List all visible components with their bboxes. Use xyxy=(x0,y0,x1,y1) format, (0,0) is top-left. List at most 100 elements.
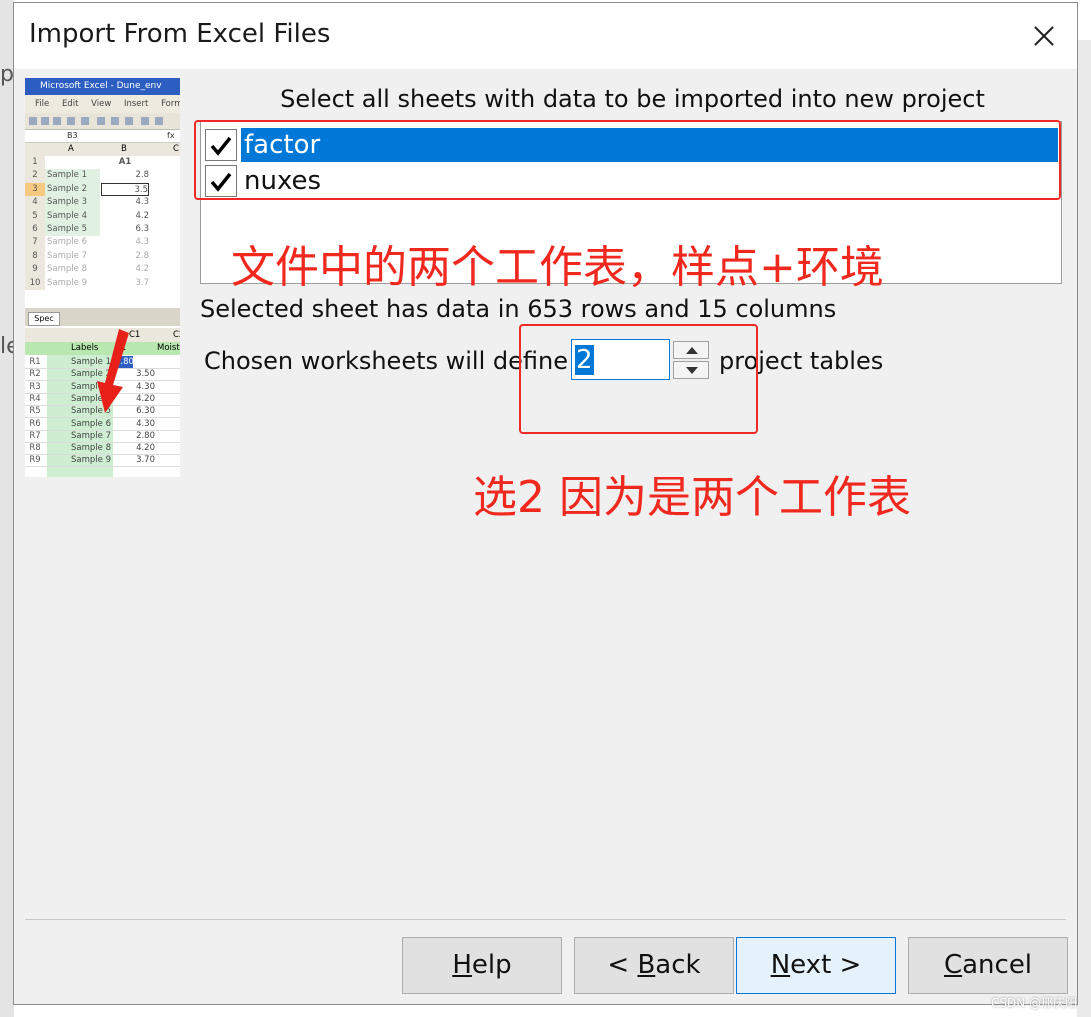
back-button[interactable]: < Back xyxy=(574,937,734,994)
thumb-cell: 4.20 xyxy=(136,443,155,454)
thumb-cell: 2.80 xyxy=(136,430,155,441)
thumb-cell: Sample 2 xyxy=(47,183,87,194)
thumb-lower-row: R6 Sample 6 4.30 xyxy=(25,418,180,430)
thumb-row: 4 Sample 3 4.3 xyxy=(25,196,180,210)
help-button[interactable]: Help xyxy=(402,937,562,994)
thumb-cell: Sample 6 xyxy=(71,418,111,429)
thumb-row-number: R8 xyxy=(29,443,41,454)
thumb-cell: 3.7 xyxy=(135,277,149,288)
thumb-cell: Sample 1 xyxy=(47,170,87,181)
thumb-cell: 4.2 xyxy=(135,264,149,275)
annotation-sheets-note: 文件中的两个工作表，样点+环境 xyxy=(231,242,884,293)
next-button[interactable]: Next > xyxy=(736,937,896,994)
thumb-lower-col: C2 xyxy=(173,330,180,340)
thumb-cell: Sample 9 xyxy=(71,455,111,466)
thumb-gridline xyxy=(25,466,180,468)
thumb-cell: 4.3 xyxy=(135,237,149,248)
thumb-cell: 3.5 xyxy=(101,182,149,196)
background-app-edge-right xyxy=(1077,40,1091,1017)
thumb-col-header: B xyxy=(121,144,127,154)
annotation-box-count xyxy=(519,324,758,434)
sheet-info-text: Selected sheet has data in 653 rows and … xyxy=(200,295,837,323)
thumb-row-number: R1 xyxy=(29,357,41,367)
thumb-cell: Sample 7 xyxy=(71,430,111,441)
thumb-row-number: 7 xyxy=(25,236,45,250)
thumb-row-number: 9 xyxy=(25,263,45,277)
thumb-cell: 4.2 xyxy=(135,210,149,221)
thumb-cell: 4.3 xyxy=(135,197,149,208)
thumb-cell: 6.3 xyxy=(135,224,149,234)
thumb-cell: Sample 8 xyxy=(47,264,87,275)
thumb-menu-item: File xyxy=(35,99,50,109)
thumb-cell: Sample 8 xyxy=(71,443,111,454)
btn-accel: H xyxy=(452,950,472,980)
thumb-row-number: R5 xyxy=(29,406,41,417)
thumb-row-number: R9 xyxy=(29,455,41,466)
thumb-cell: Sample 6 xyxy=(47,237,87,248)
thumb-col-headers: A B C xyxy=(25,143,180,157)
excel-preview-image: Microsoft Excel - Dune_env File Edit Vie… xyxy=(25,78,180,477)
watermark: CSDN @邢庆阳 xyxy=(990,996,1077,1010)
thumb-cell: Sample 3 xyxy=(47,197,87,208)
btn-accel: N xyxy=(770,950,791,980)
thumb-row-number: 2 xyxy=(25,169,45,183)
thumb-lower-row: R7 Sample 7 2.80 xyxy=(25,430,180,442)
thumb-row-number: R3 xyxy=(29,381,41,392)
thumb-menu-item: View xyxy=(91,99,112,109)
btn-text: < xyxy=(607,950,638,980)
thumb-menu-item: Edit xyxy=(61,99,79,109)
thumb-row: 5 Sample 4 4.2 xyxy=(25,209,180,223)
thumb-lower-row: R9 Sample 9 3.70 xyxy=(25,454,180,466)
red-arrow-icon xyxy=(97,329,129,413)
thumb-row: 9 Sample 8 4.2 xyxy=(25,263,180,277)
thumb-fx: fx xyxy=(167,131,175,140)
thumb-col-header: A xyxy=(68,144,74,154)
thumb-cell-ref: B3 xyxy=(67,131,78,140)
thumb-row-number: 5 xyxy=(25,209,45,223)
btn-text: ancel xyxy=(962,950,1033,980)
cancel-button[interactable]: Cancel xyxy=(908,937,1068,994)
thumb-row-number: 8 xyxy=(25,249,45,264)
thumb-row: 3 Sample 2 3.5 xyxy=(25,182,180,197)
thumb-cell: Sample 4 xyxy=(47,210,87,221)
thumb-lower-row: R8 Sample 8 4.20 xyxy=(25,442,180,454)
thumb-col-header: C xyxy=(173,144,179,154)
close-button[interactable] xyxy=(1021,13,1067,59)
thumb-cell: Sample 9 xyxy=(47,277,87,288)
thumb-cell: 3.70 xyxy=(136,455,155,466)
thumb-cell: Sample 5 xyxy=(47,224,87,234)
annotation-box-sheets xyxy=(194,120,1061,200)
thumb-menu: File Edit View Insert Form xyxy=(25,95,180,113)
btn-text: ext > xyxy=(790,950,862,980)
btn-accel: C xyxy=(943,950,963,980)
button-separator xyxy=(25,919,1066,920)
thumb-row: 7 Sample 6 4.3 xyxy=(25,236,180,250)
thumb-row: 1 A1 xyxy=(25,156,180,170)
thumb-row-number: R4 xyxy=(29,393,41,404)
thumb-cell: A1 xyxy=(118,157,132,167)
chosen-prefix-label: Chosen worksheets will define xyxy=(204,347,568,375)
thumb-row: 2 Sample 1 2.8 xyxy=(25,169,180,183)
annotation-count-note: 选2 因为是两个工作表 xyxy=(473,472,911,523)
background-app-edge: p le xyxy=(0,0,20,1017)
close-icon xyxy=(1034,26,1054,46)
thumb-cell: 2.8 xyxy=(135,170,149,181)
thumb-lower-label: Moistu xyxy=(157,343,180,353)
thumb-row-number: R2 xyxy=(29,369,41,380)
instruction-text: Select all sheets with data to be import… xyxy=(280,85,985,113)
thumb-menu-item: Form xyxy=(161,99,180,109)
thumb-row-number: R7 xyxy=(29,430,41,441)
thumb-row-number: 6 xyxy=(25,223,45,237)
thumb-row: 10 Sample 9 3.7 xyxy=(25,276,180,290)
thumb-row-number: 4 xyxy=(25,196,45,210)
thumb-toolbar xyxy=(25,113,180,130)
thumb-row-number: 1 xyxy=(25,156,45,170)
btn-text: elp xyxy=(471,950,512,980)
thumb-row-number: R6 xyxy=(29,418,41,429)
thumb-row: 6 Sample 5 6.3 xyxy=(25,223,180,237)
import-dialog: Import From Excel Files Microsoft Excel … xyxy=(13,2,1078,1005)
thumb-row-number: 3 xyxy=(25,182,45,197)
thumb-title: Microsoft Excel - Dune_env xyxy=(25,78,180,95)
background-glyph: p xyxy=(0,62,14,87)
thumb-sheet-tab: Spec xyxy=(28,312,60,326)
